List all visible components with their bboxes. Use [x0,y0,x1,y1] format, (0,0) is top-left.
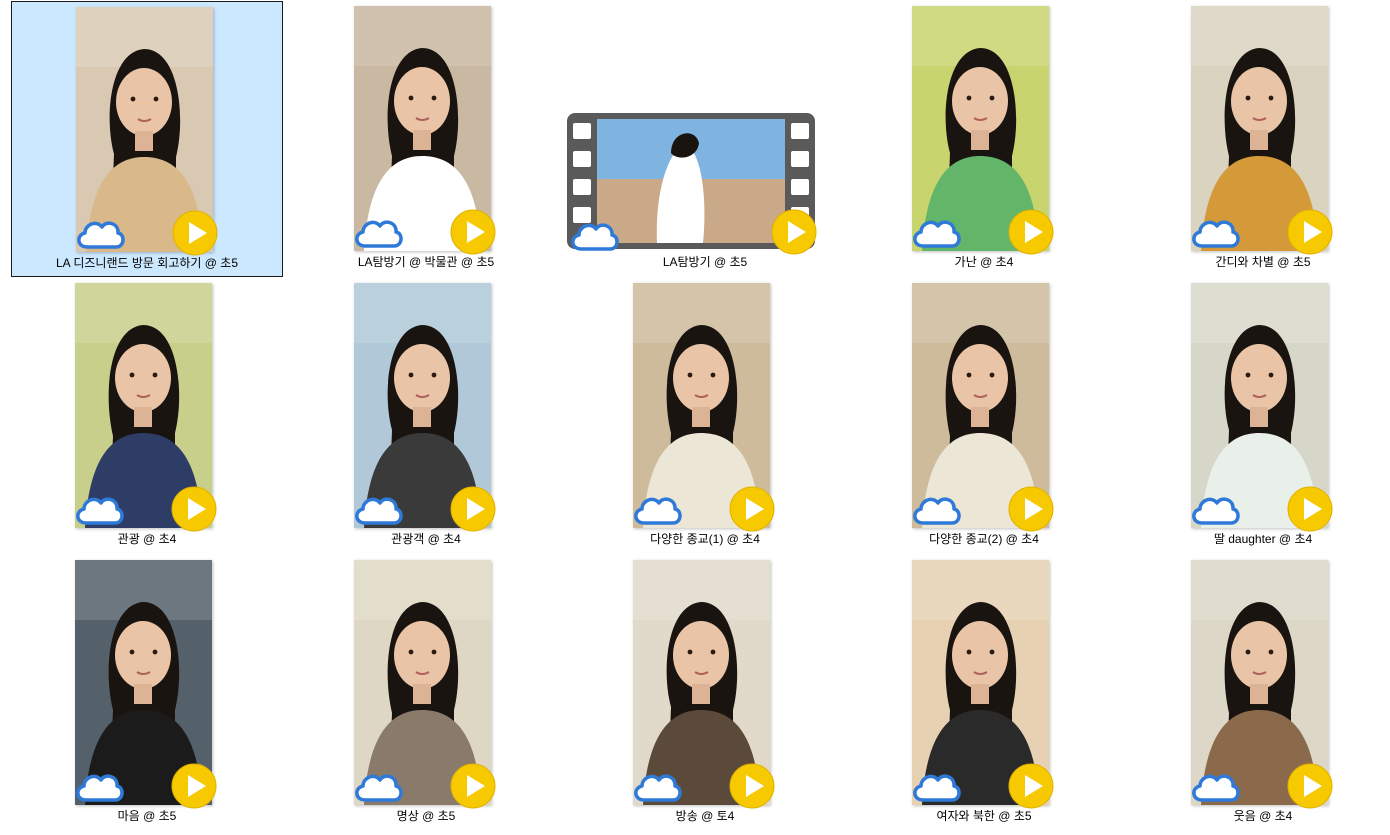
cloud-sync-icon [72,491,126,529]
play-icon[interactable] [1287,486,1333,532]
video-file-item[interactable]: 다양한 종교(1) @ 초4 [569,278,841,554]
file-name-label: 딸 daughter @ 초4 [1213,532,1313,546]
file-name-label: 여자와 북한 @ 초5 [936,809,1032,823]
play-icon[interactable] [1008,763,1054,809]
play-icon[interactable] [172,210,218,256]
cloud-sync-icon [351,491,405,529]
file-name-label: LA 디즈니랜드 방문 회고하기 @ 초5 [55,256,239,270]
cloud-sync-icon [1188,768,1242,806]
file-name-label: LA탐방기 @ 초5 [662,255,748,269]
play-icon[interactable] [450,209,496,255]
video-file-item[interactable]: 다양한 종교(2) @ 초4 [848,278,1120,554]
video-file-item[interactable]: 방송 @ 토4 [569,555,841,831]
play-icon[interactable] [729,763,775,809]
play-icon[interactable] [171,763,217,809]
play-icon[interactable] [771,209,817,255]
cloud-sync-icon [630,768,684,806]
play-icon[interactable] [171,486,217,532]
play-icon[interactable] [1008,209,1054,255]
video-file-item[interactable]: 간디와 차별 @ 초5 [1127,1,1390,277]
video-file-item[interactable]: 관광 @ 초4 [11,278,283,554]
file-name-label: 방송 @ 토4 [675,809,735,823]
cloud-sync-icon [351,214,405,252]
file-name-label: 다양한 종교(2) @ 초4 [929,532,1039,546]
cloud-sync-icon [909,768,963,806]
play-icon[interactable] [450,486,496,532]
cloud-sync-icon [567,217,621,255]
play-icon[interactable] [1287,763,1333,809]
video-file-item[interactable]: 명상 @ 초5 [290,555,562,831]
file-name-label: 다양한 종교(1) @ 초4 [650,532,760,546]
play-icon[interactable] [1008,486,1054,532]
video-file-item[interactable]: 마음 @ 초5 [11,555,283,831]
file-name-label: 웃음 @ 초4 [1233,809,1293,823]
file-name-label: 명상 @ 초5 [396,809,456,823]
file-name-label: 관광 @ 초4 [117,532,177,546]
play-icon[interactable] [1287,209,1333,255]
cloud-sync-icon [909,214,963,252]
cloud-sync-icon [909,491,963,529]
video-file-item[interactable]: 웃음 @ 초4 [1127,555,1390,831]
cloud-sync-icon [1188,491,1242,529]
cloud-sync-icon [72,768,126,806]
play-icon[interactable] [450,763,496,809]
file-name-label: LA탐방기 @ 박물관 @ 초5 [357,255,495,269]
file-name-label: 관광객 @ 초4 [391,532,461,546]
cloud-sync-icon [351,768,405,806]
video-file-item[interactable]: 딸 daughter @ 초4 [1127,278,1390,554]
video-file-item[interactable]: 가난 @ 초4 [848,1,1120,277]
video-file-item[interactable]: LA탐방기 @ 박물관 @ 초5 [290,1,562,277]
video-file-item[interactable]: 여자와 북한 @ 초5 [848,555,1120,831]
video-file-item[interactable]: LA탐방기 @ 초5 [567,1,841,277]
video-file-item[interactable]: LA 디즈니랜드 방문 회고하기 @ 초5 [11,1,283,277]
file-name-label: 가난 @ 초4 [954,255,1014,269]
file-name-label: 간디와 차별 @ 초5 [1215,255,1311,269]
cloud-sync-icon [1188,214,1242,252]
file-name-label: 마음 @ 초5 [117,809,177,823]
cloud-sync-icon [73,215,127,253]
cloud-sync-icon [630,491,684,529]
play-icon[interactable] [729,486,775,532]
video-file-item[interactable]: 관광객 @ 초4 [290,278,562,554]
